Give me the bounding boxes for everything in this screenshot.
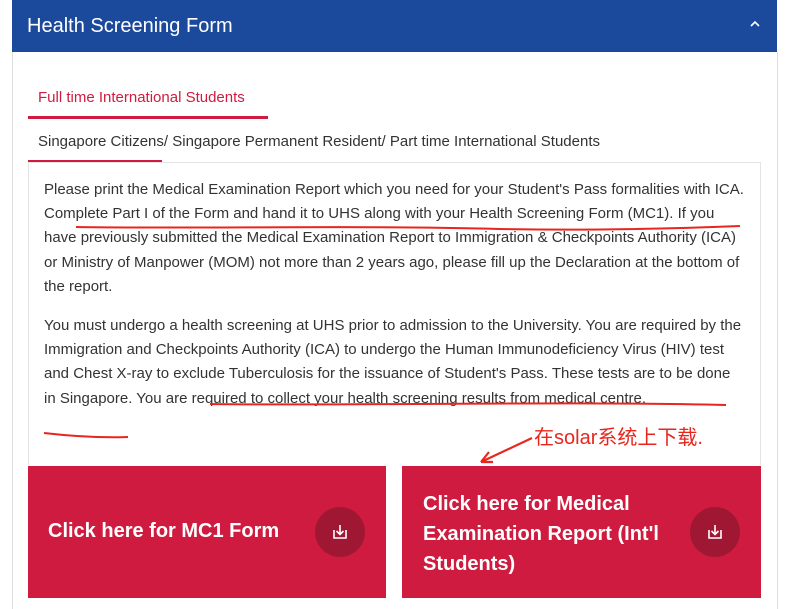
panel-header[interactable]: Health Screening Form <box>12 0 777 52</box>
medical-report-button-label: Click here for Medical Examination Repor… <box>423 493 659 575</box>
panel-title: Health Screening Form <box>27 15 233 37</box>
mc1-form-button-label: Click here for MC1 Form <box>48 520 280 542</box>
annotation-note: 在solar系统上下载. <box>534 427 703 449</box>
mc1-form-button[interactable]: Click here for MC1 Form <box>28 466 386 598</box>
tab-citizens-pr-part-time[interactable]: Singapore Citizens/ Singapore Permanent … <box>28 130 600 163</box>
download-icon <box>315 507 365 557</box>
tab-label: Full time International Students <box>38 89 245 106</box>
screening-paragraph: You must undergo a health screening at U… <box>44 317 742 407</box>
chevron-up-icon[interactable] <box>749 18 761 30</box>
tab-full-time-international[interactable]: Full time International Students <box>28 87 268 119</box>
tab-label: Singapore Citizens/ Singapore Permanent … <box>38 133 600 150</box>
download-icon <box>690 507 740 557</box>
medical-report-button[interactable]: Click here for Medical Examination Repor… <box>402 466 761 598</box>
instructions-paragraph: Please print the Medical Examination Rep… <box>44 181 744 295</box>
